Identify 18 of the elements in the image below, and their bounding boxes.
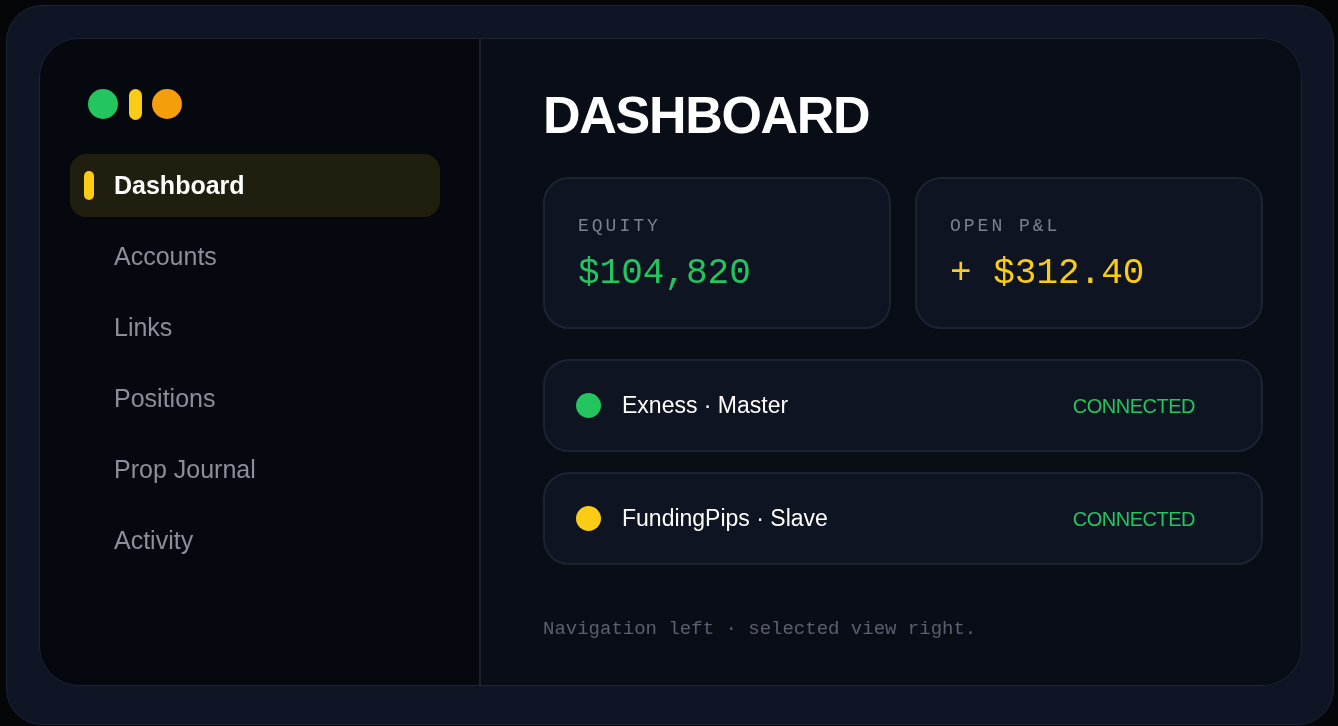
nav-item[interactable]: Prop Journal: [70, 438, 440, 501]
stat-label: EQUITY: [578, 215, 661, 238]
stat-value: + $312.40: [950, 252, 1145, 296]
nav-item[interactable]: Links: [70, 296, 440, 359]
logo-icon: [88, 88, 182, 120]
active-indicator-icon: [84, 171, 94, 200]
nav-item[interactable]: Positions: [70, 367, 440, 430]
stat-label: OPEN P&L: [950, 215, 1061, 238]
stat-value: $104,820: [578, 252, 751, 296]
page-title: DASHBOARD: [543, 85, 871, 146]
nav-item[interactable]: Activity: [70, 509, 440, 572]
connection-status: CONNECTED: [1072, 506, 1195, 532]
nav-item[interactable]: Dashboard: [70, 154, 440, 217]
connection-name: Exness · Master: [622, 391, 790, 421]
connection-name: FundingPips · Slave: [622, 504, 829, 534]
footnote: Navigation left · selected view right.: [543, 617, 978, 642]
nav-item[interactable]: Accounts: [70, 225, 440, 288]
connection-status: CONNECTED: [1072, 393, 1195, 419]
